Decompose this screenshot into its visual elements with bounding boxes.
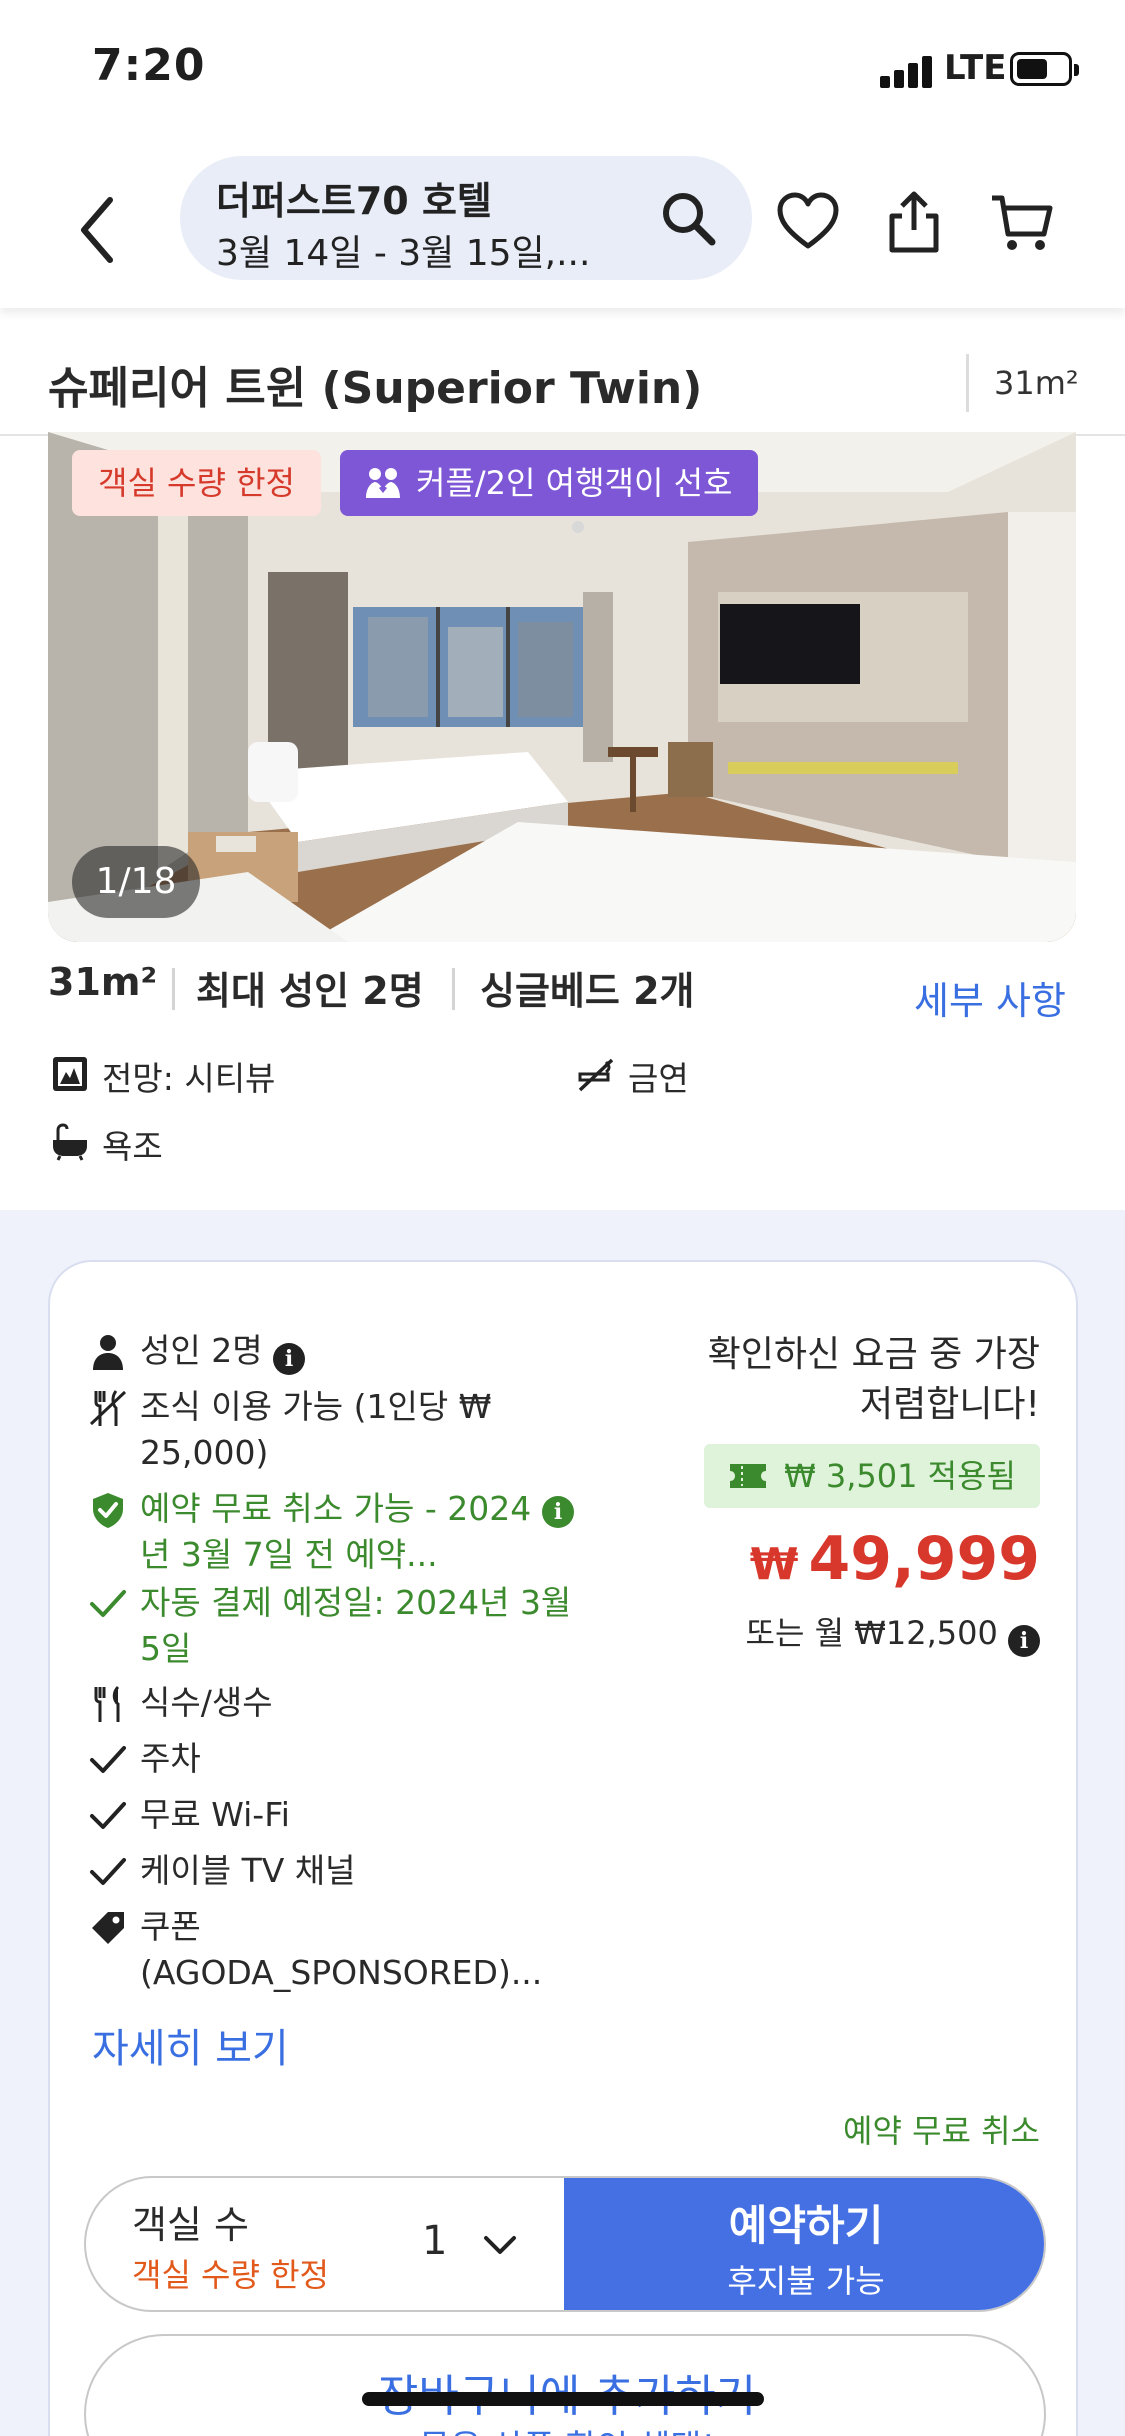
inclusion-water: 식수/생수 (140, 1683, 273, 1722)
fork-knife-icon (94, 1685, 120, 1722)
back-chevron-icon (81, 197, 113, 263)
room-size: 31m² (994, 364, 1079, 402)
divider (452, 968, 455, 1010)
coupon-applied-chip: ₩ 3,501 적용됨 (704, 1444, 1040, 1508)
inclusion-adults: 성인 2명 i (140, 1328, 620, 1375)
room-quantity-selector[interactable]: 객실 수 객실 수량 한정 1 (86, 2178, 564, 2310)
rooms-label: 객실 수 (132, 2203, 249, 2247)
info-icon[interactable]: i (273, 1343, 306, 1375)
search-summary-pill[interactable]: 더퍼스트70 호텔 3월 14일 - 3월 15일,... (180, 156, 752, 280)
no-smoking-icon (578, 1058, 614, 1092)
inclusion-coupon: 쿠폰 (AGODA_SPONSORED)... (140, 1907, 543, 1992)
couple-preferred-badge: 커플/2인 여행객이 선호 (340, 450, 759, 516)
network-label: LTE (944, 48, 1007, 88)
hotel-room-page: 7:20 LTE 더퍼스트70 호텔 3월 14일 - 3월 15일,... 슈… (0, 0, 1125, 2436)
spec-max-adults: 최대 성인 2명 (196, 969, 424, 1013)
monthly-price-label: 또는 월 ₩12,500 (745, 1614, 998, 1652)
share-icon[interactable] (882, 190, 946, 254)
back-button[interactable] (70, 190, 130, 270)
room-details-link[interactable]: 세부 사항 (914, 970, 1066, 1025)
inclusion-auto-pay: 자동 결제 예정일: 2024년 3월 5일 (140, 1583, 572, 1668)
inclusion-breakfast: 조식 이용 가능 (1인당 ₩ 25,000) (140, 1387, 492, 1472)
inclusion-cable-tv: 케이블 TV 채널 (140, 1851, 356, 1890)
room-photo[interactable]: 객실 수량 한정 커플/2인 여행객이 선호 1/18 (48, 432, 1076, 942)
feature-view: 전망: 시티뷰 (102, 1059, 276, 1098)
room-title: 슈페리어 트윈 (Superior Twin) (48, 363, 703, 414)
rooms-limited-label: 객실 수량 한정 (132, 2256, 329, 2294)
room-title-bar: 슈페리어 트윈 (Superior Twin) 31m² (0, 332, 1125, 436)
limited-availability-badge: 객실 수량 한정 (72, 450, 321, 516)
bundle-discount-label: 묶음 상품 할인 혜택! (86, 2420, 1048, 2436)
price: ₩49,999 (750, 1524, 1040, 1594)
hotel-name: 더퍼스트70 호텔 (216, 179, 492, 223)
rooms-value: 1 (422, 2218, 448, 2264)
ticket-icon (730, 1464, 767, 1488)
heart-icon[interactable] (776, 190, 840, 254)
home-indicator[interactable] (362, 2392, 764, 2406)
info-icon[interactable]: i (1008, 1625, 1040, 1657)
status-bar: 7:20 LTE (0, 0, 1125, 140)
adults-label: 성인 2명 (140, 1331, 263, 1370)
chevron-down-icon (484, 2236, 516, 2254)
price-amount: 49,999 (808, 1524, 1040, 1594)
offer-card: 성인 2명 i 조식 이용 가능 (1인당 ₩ 25,000) 예약 무료 취소… (48, 1260, 1078, 2436)
couple-badge-label: 커플/2인 여행객이 선호 (416, 464, 733, 502)
city-view-icon (53, 1057, 87, 1091)
cheapest-note: 확인하신 요금 중 가장 저렴합니다! (707, 1334, 1040, 1425)
spec-size: 31m² (48, 960, 158, 1004)
tag-icon (92, 1912, 124, 1944)
bathtub-icon (53, 1123, 87, 1161)
inclusion-wifi: 무료 Wi-Fi (140, 1795, 290, 1834)
battery-icon (1010, 52, 1079, 86)
divider (966, 354, 969, 412)
free-cancel-note: 예약 무료 취소 (843, 2112, 1040, 2150)
coupon-applied-label: ₩ 3,501 적용됨 (784, 1457, 1016, 1495)
photo-counter: 1/18 (72, 846, 200, 918)
signal-icon (880, 56, 936, 88)
cancel-info-icon[interactable]: i (542, 1496, 574, 1528)
spec-beds: 싱글베드 2개 (480, 969, 695, 1013)
person-icon (93, 1335, 123, 1370)
feature-non-smoking: 금연 (628, 1059, 689, 1098)
check-icon (90, 1590, 126, 1617)
couple-icon (366, 468, 400, 498)
check-icon (90, 1858, 126, 1885)
price-currency: ₩ (749, 1539, 799, 1590)
booking-bar: 객실 수 객실 수량 한정 1 예약하기 후지불 가능 (84, 2176, 1046, 2312)
room-specs: 31m² 최대 성인 2명 싱글베드 2개 세부 사항 (48, 960, 1078, 1023)
cart-icon[interactable] (990, 190, 1054, 254)
add-to-cart-button[interactable]: 장바구니에 추가하기 묶음 상품 할인 혜택! (84, 2334, 1046, 2436)
inclusion-free-cancel[interactable]: 예약 무료 취소 가능 - 2024년 3월 7일 전 예약... (140, 1486, 560, 1578)
book-button-sublabel: 후지불 가능 (727, 2262, 885, 2300)
inclusion-parking: 주차 (140, 1739, 201, 1778)
book-button[interactable]: 예약하기 후지불 가능 (564, 2178, 1044, 2310)
monthly-price: 또는 월 ₩12,500 i (746, 1608, 1040, 1657)
check-icon (90, 1746, 126, 1773)
book-button-label: 예약하기 (728, 2201, 884, 2250)
fork-knife-crossed-icon (89, 1390, 127, 1426)
stay-dates: 3월 14일 - 3월 15일,... (216, 233, 591, 274)
search-icon[interactable] (658, 188, 718, 248)
divider (172, 968, 175, 1010)
shield-check-icon (93, 1493, 123, 1528)
feature-bathtub: 욕조 (102, 1127, 163, 1166)
status-time: 7:20 (92, 40, 206, 91)
top-header: 더퍼스트70 호텔 3월 14일 - 3월 15일,... (0, 140, 1125, 308)
see-more-link[interactable]: 자세히 보기 (92, 2016, 289, 2074)
check-icon (90, 1802, 126, 1829)
